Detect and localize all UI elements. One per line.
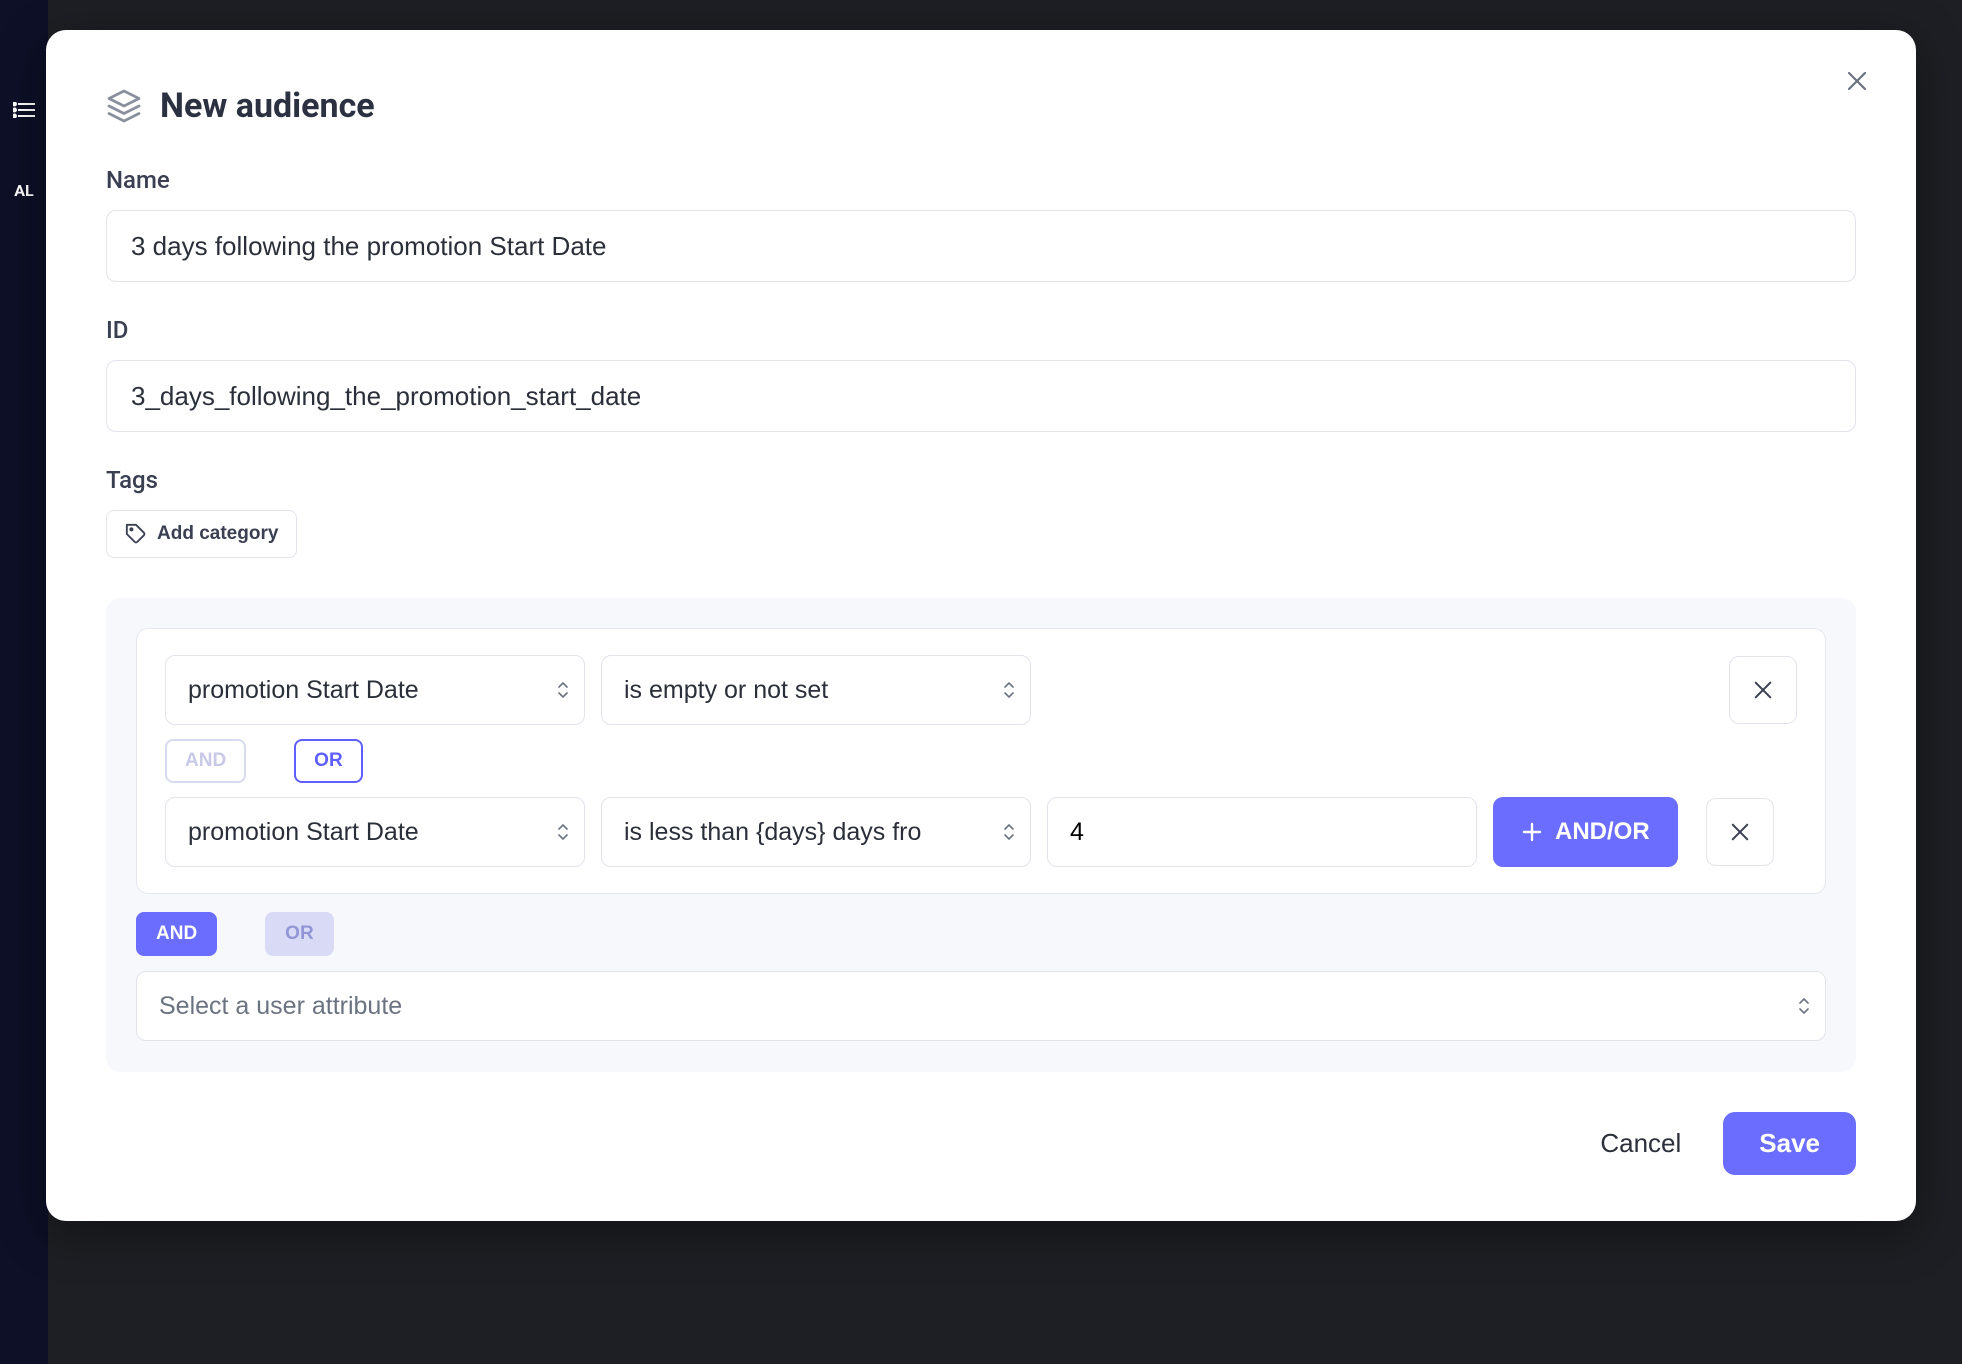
list-icon: [11, 100, 37, 120]
attribute-select[interactable]: promotion Start Date: [165, 655, 585, 725]
add-andor-label: AND/OR: [1555, 818, 1650, 846]
modal-title: New audience: [160, 86, 375, 126]
backdrop-label: AL: [11, 180, 37, 200]
name-input[interactable]: [106, 210, 1856, 282]
add-category-label: Add category: [157, 523, 278, 545]
close-button[interactable]: [1842, 66, 1872, 96]
remove-rule-button[interactable]: [1729, 656, 1797, 724]
connector-and-button[interactable]: AND: [165, 739, 246, 783]
id-label: ID: [106, 316, 1856, 344]
attribute-select[interactable]: promotion Start Date: [165, 797, 585, 867]
id-field-group: ID: [106, 316, 1856, 432]
operator-select-wrap: is less than {days} days fro: [601, 797, 1031, 867]
modal-header: New audience: [106, 86, 1856, 126]
new-attribute-select-wrap: Select a user attribute: [136, 970, 1826, 1042]
new-attribute-select[interactable]: Select a user attribute: [136, 971, 1826, 1041]
tags-label: Tags: [106, 466, 1856, 494]
attribute-select-wrap: promotion Start Date: [165, 655, 585, 725]
rules-panel: promotion Start Date is empty or not set: [106, 598, 1856, 1072]
dialog-footer: Cancel Save: [106, 1112, 1856, 1175]
connector-or-button[interactable]: OR: [294, 739, 363, 783]
inline-connector: AND OR: [165, 739, 1797, 783]
operator-select-wrap: is empty or not set: [601, 655, 1031, 725]
outer-connector: AND OR: [136, 912, 1826, 956]
outer-connector-or-button[interactable]: OR: [265, 912, 334, 956]
add-category-button[interactable]: Add category: [106, 510, 297, 558]
new-audience-modal: New audience Name ID Tags Add category p: [46, 30, 1916, 1221]
close-icon: [1753, 680, 1773, 700]
close-icon: [1730, 822, 1750, 842]
rule-row: promotion Start Date is less than {days}…: [165, 797, 1797, 867]
tag-icon: [125, 523, 147, 545]
backdrop-sidebar: AL: [0, 0, 48, 1364]
close-icon: [1846, 70, 1868, 92]
attribute-select-wrap: promotion Start Date: [165, 797, 585, 867]
rule-group: promotion Start Date is empty or not set: [136, 628, 1826, 894]
operator-select[interactable]: is less than {days} days fro: [601, 797, 1031, 867]
outer-connector-and-button[interactable]: AND: [136, 912, 217, 956]
layers-icon: [106, 88, 142, 124]
add-andor-button[interactable]: AND/OR: [1493, 797, 1678, 867]
rule-row: promotion Start Date is empty or not set: [165, 655, 1797, 725]
tags-field-group: Tags Add category: [106, 466, 1856, 558]
value-input[interactable]: [1047, 797, 1477, 867]
operator-select[interactable]: is empty or not set: [601, 655, 1031, 725]
plus-icon: [1521, 821, 1543, 843]
cancel-button[interactable]: Cancel: [1590, 1112, 1691, 1175]
id-input[interactable]: [106, 360, 1856, 432]
remove-rule-button[interactable]: [1706, 798, 1774, 866]
name-label: Name: [106, 166, 1856, 194]
save-button[interactable]: Save: [1723, 1112, 1856, 1175]
name-field-group: Name: [106, 166, 1856, 282]
